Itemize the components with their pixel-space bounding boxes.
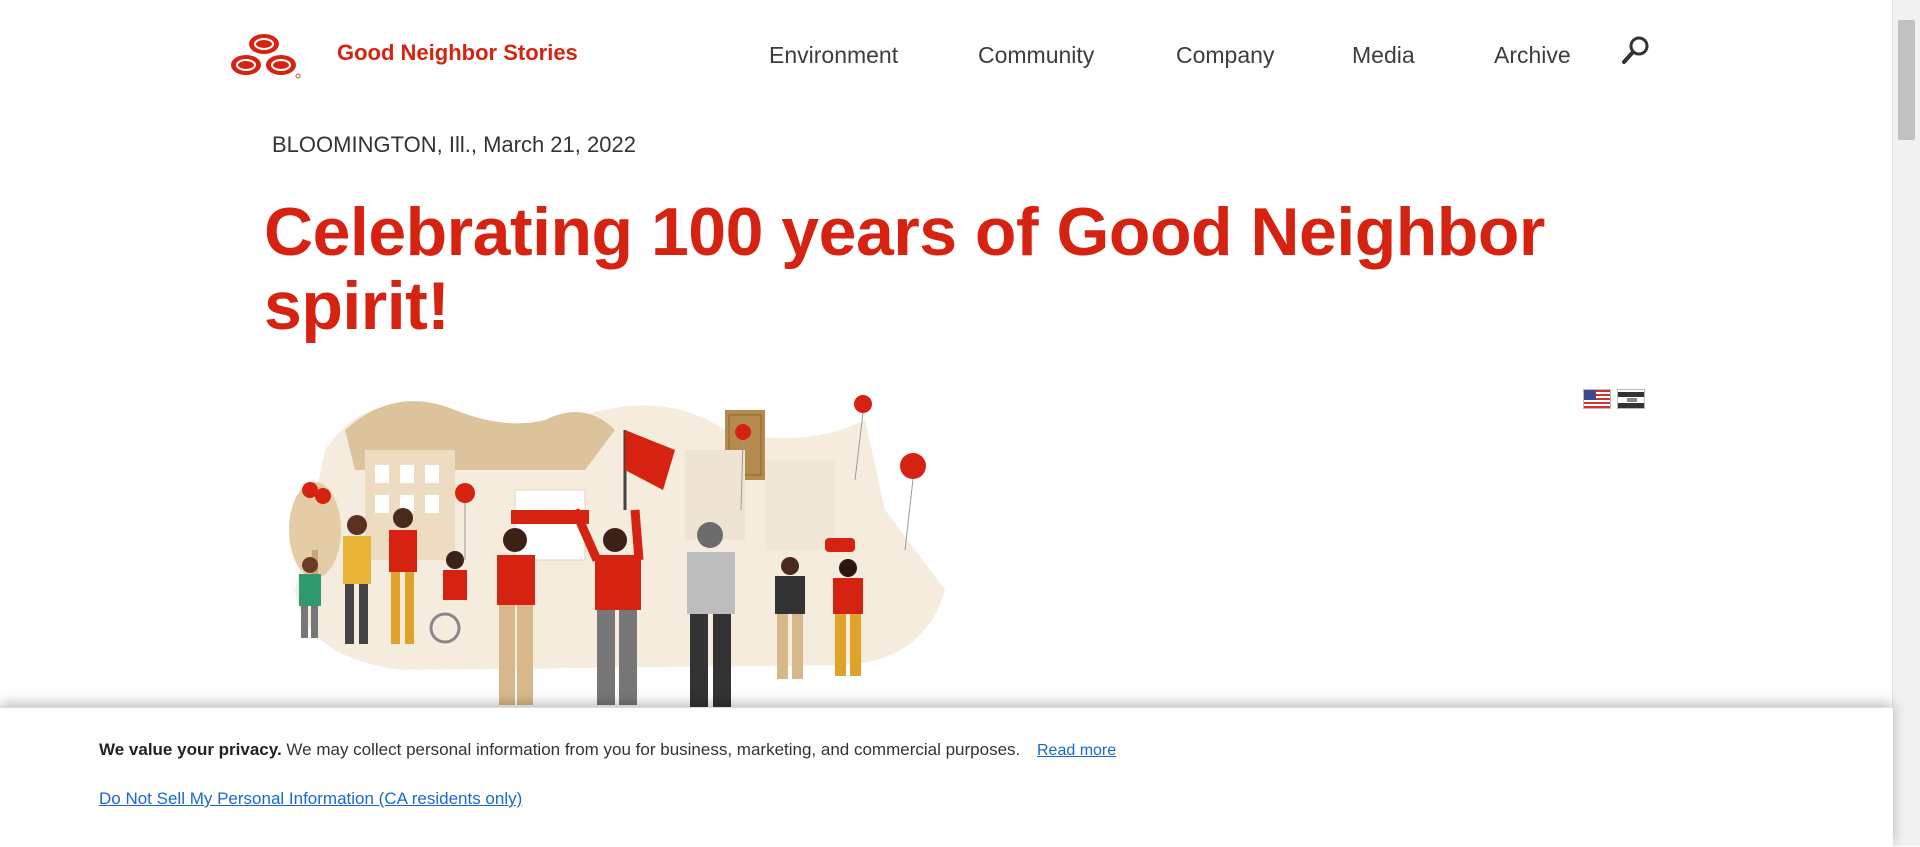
us-flag-icon[interactable] [1583,389,1611,409]
language-switcher [1583,389,1645,409]
alt-language-flag-icon[interactable] [1617,389,1645,409]
read-more-link[interactable]: Read more [1037,742,1116,760]
privacy-banner: We value your privacy. We may collect pe… [0,707,1893,847]
nav-archive[interactable]: Archive [1494,42,1571,69]
site-brand[interactable]: Good Neighbor Stories [337,40,578,66]
search-icon[interactable] [1620,34,1652,66]
article-dateline: BLOOMINGTON, Ill., March 21, 2022 [272,132,636,157]
nav-community[interactable]: Community [978,42,1094,69]
state-farm-logo[interactable] [224,30,304,80]
scrollbar-thumb[interactable] [1898,20,1915,140]
privacy-lead: We value your privacy. [99,740,282,759]
do-not-sell-link[interactable]: Do Not Sell My Personal Information (CA … [99,789,522,809]
nav-environment[interactable]: Environment [769,42,898,69]
centennial-illustration [289,395,945,709]
privacy-message: We value your privacy. We may collect pe… [99,740,1020,760]
page-title: Celebrating 100 years of Good Neighbor s… [264,194,1545,344]
privacy-text: We may collect personal information from… [281,740,1021,759]
page-scrollbar[interactable] [1892,0,1920,846]
nav-company[interactable]: Company [1176,42,1274,69]
nav-media[interactable]: Media [1352,42,1415,69]
